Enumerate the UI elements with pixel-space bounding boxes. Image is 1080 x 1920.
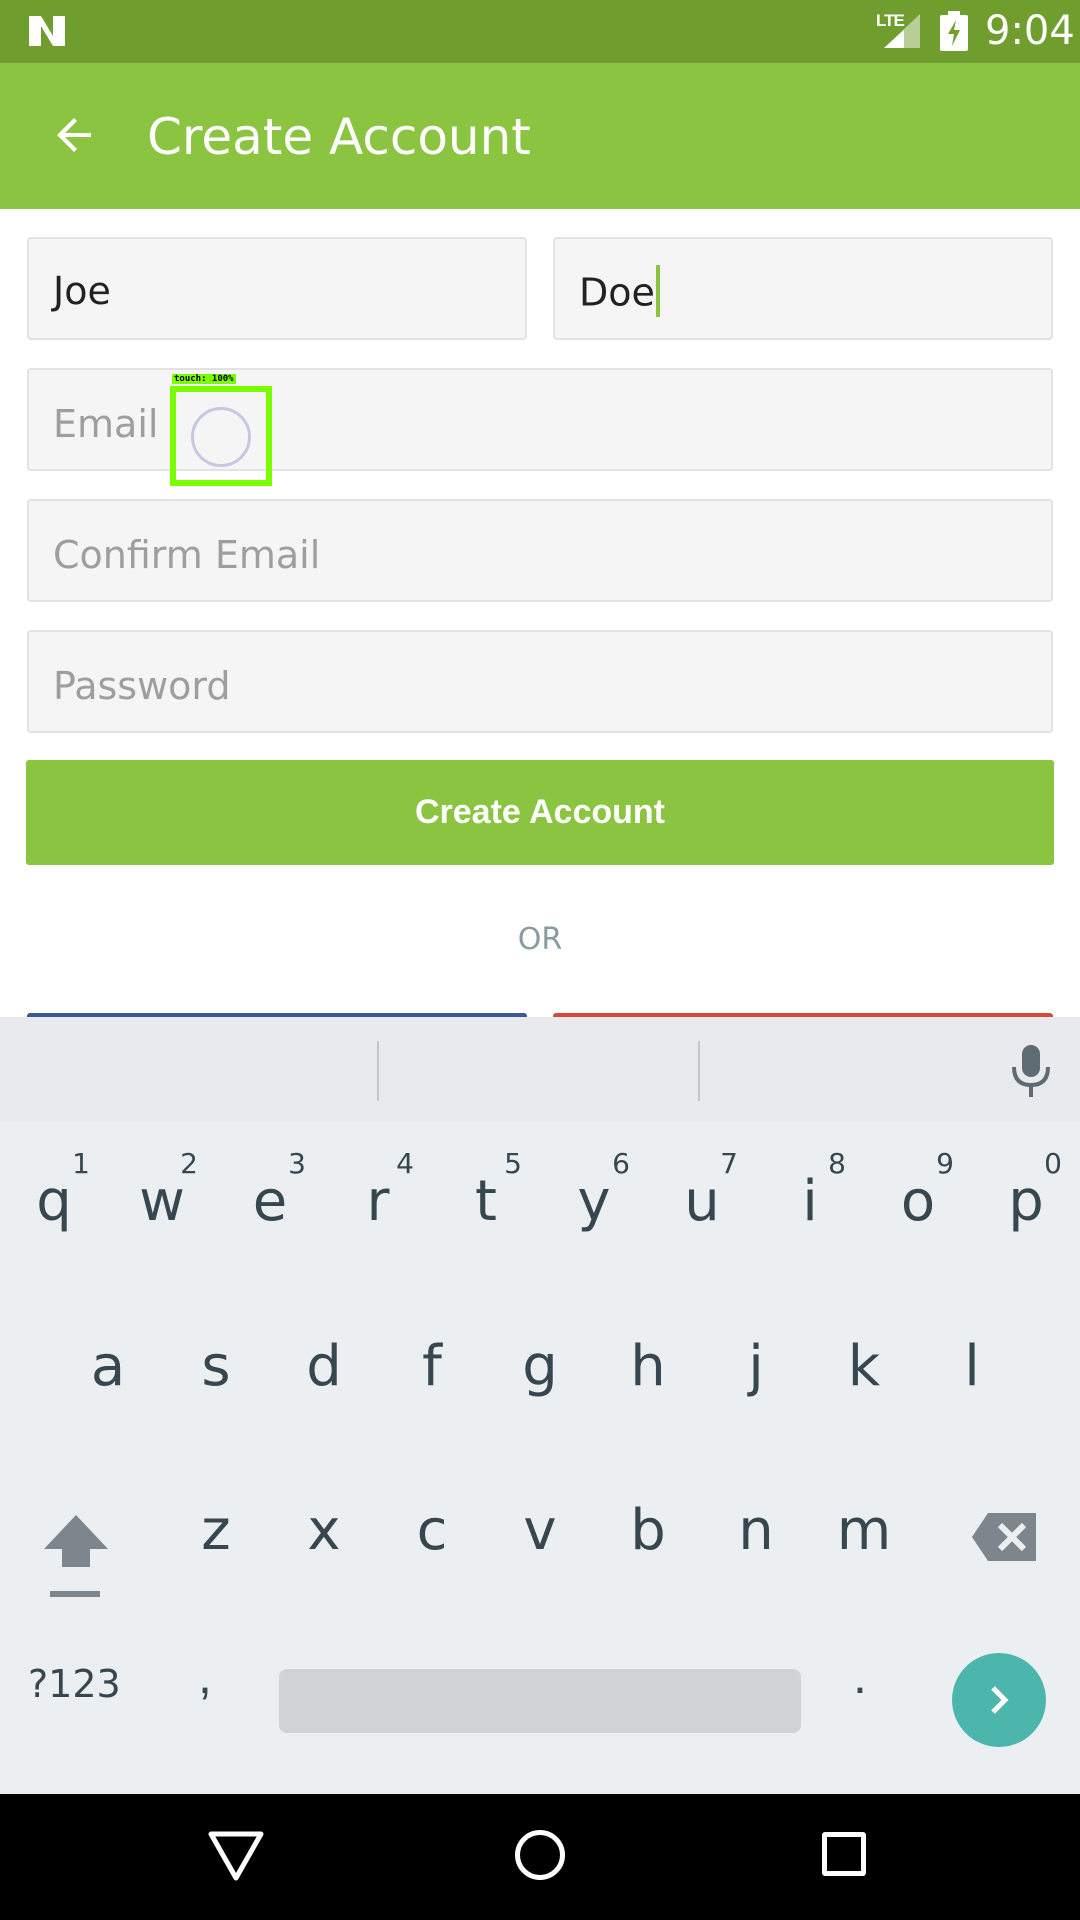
shift-icon[interactable] [38,1507,114,1607]
symbols-key[interactable]: ?123 [28,1662,121,1706]
key-letter: i [802,1169,818,1234]
suggestion-divider [377,1041,379,1101]
key-letter: t [475,1169,497,1234]
key-x[interactable]: x [270,1466,378,1606]
touch-label: touch: 100% [172,374,236,384]
key-a[interactable]: a [54,1302,162,1442]
first-name-value: Joe [53,269,111,313]
key-l[interactable]: l [918,1302,1026,1442]
key-letter: j [748,1334,764,1399]
backspace-icon[interactable] [970,1507,1040,1567]
key-o[interactable]: 9o [864,1129,972,1269]
key-letter: c [416,1498,448,1563]
key-r[interactable]: 4r [324,1129,432,1269]
key-letter: d [306,1334,342,1399]
key-e[interactable]: 3e [216,1129,324,1269]
create-account-button[interactable]: Create Account [26,760,1054,865]
nav-recents-icon[interactable] [822,1832,866,1876]
period-key[interactable]: . [853,1647,867,1705]
key-letter: u [684,1169,720,1234]
key-letter: y [577,1169,611,1234]
email-placeholder: Email [53,402,159,446]
key-v[interactable]: v [486,1466,594,1606]
key-letter: s [201,1334,231,1399]
chevron-right-icon [991,1686,1009,1714]
key-letter: g [522,1334,558,1399]
key-p[interactable]: 0p [972,1129,1080,1269]
key-i[interactable]: 8i [756,1129,864,1269]
key-letter: m [836,1498,892,1563]
battery-charging-icon [940,11,968,51]
key-letter: a [90,1334,126,1399]
key-c[interactable]: c [378,1466,486,1606]
key-y[interactable]: 6y [540,1129,648,1269]
last-name-input-wrap: Doe [579,265,660,321]
suggestion-strip [0,1017,1080,1122]
microphone-icon[interactable] [1005,1043,1057,1099]
android-n-icon [29,16,65,46]
key-letter: q [36,1169,72,1234]
key-letter: v [523,1498,557,1563]
key-letter: e [252,1169,288,1234]
clock: 9:04 [985,8,1075,54]
or-divider-label: OR [517,922,563,957]
key-b[interactable]: b [594,1466,702,1606]
key-j[interactable]: j [702,1302,810,1442]
key-z[interactable]: z [162,1466,270,1606]
key-letter: o [900,1169,936,1234]
key-letter: h [630,1334,666,1399]
key-letter: x [307,1498,341,1563]
key-d[interactable]: d [270,1302,378,1442]
key-letter: p [1008,1169,1044,1234]
key-g[interactable]: g [486,1302,594,1442]
nav-home-icon[interactable] [515,1830,565,1880]
status-bar: LTE 9:04 [0,0,1080,63]
navigation-bar [0,1794,1080,1920]
password-field[interactable]: Password [27,630,1053,733]
touch-point [191,407,251,467]
arrow-back-icon [57,118,91,152]
password-placeholder: Password [53,664,231,708]
suggestion-divider [698,1041,700,1101]
key-s[interactable]: s [162,1302,270,1442]
next-key[interactable] [952,1653,1046,1747]
soft-keyboard: 1q2w3e4r5t6y7u8i9o0p a s d f g h j k l z x c v b nm ?… [0,1017,1080,1794]
confirm-email-placeholder: Confirm Email [53,533,321,577]
page-title: Create Account [147,108,531,166]
key-letter: b [630,1498,666,1563]
key-h[interactable]: h [594,1302,702,1442]
key-w[interactable]: 2w [108,1129,216,1269]
key-m[interactable]: m [810,1466,918,1606]
first-name-field[interactable]: Joe [27,237,527,340]
key-letter: l [964,1334,980,1399]
key-q[interactable]: 1q [0,1129,108,1269]
key-u[interactable]: 7u [648,1129,756,1269]
text-cursor [655,265,660,317]
key-letter: f [422,1334,442,1399]
key-letter: w [139,1169,185,1234]
key-f[interactable]: f [378,1302,486,1442]
back-button[interactable] [36,96,114,174]
network-type: LTE [876,11,905,30]
last-name-field[interactable]: Doe [553,237,1053,340]
key-letter: r [366,1169,390,1234]
last-name-value: Doe [579,270,655,315]
confirm-email-field[interactable]: Confirm Email [27,499,1053,602]
nav-back-icon[interactable] [206,1828,266,1884]
key-n[interactable]: n [702,1466,810,1606]
key-letter: z [201,1498,231,1563]
app-bar: Create Account [0,63,1080,209]
key-k[interactable]: k [810,1302,918,1442]
space-key[interactable] [279,1669,801,1733]
key-letter: k [847,1334,881,1399]
key-t[interactable]: 5t [432,1129,540,1269]
key-letter: n [738,1498,774,1563]
comma-key[interactable]: , [198,1647,212,1705]
